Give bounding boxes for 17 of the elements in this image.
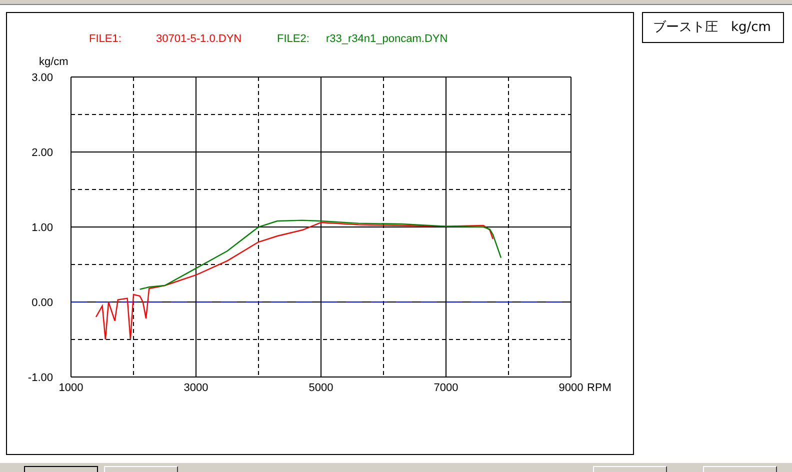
- y-tick-label: 2.00: [32, 147, 53, 159]
- chart-title: ブースト圧 kg/cm: [642, 12, 784, 43]
- x-tick-label: 1000: [58, 382, 84, 394]
- x-axis-unit: RPM: [587, 382, 612, 394]
- x-tick-label: 7000: [434, 382, 458, 394]
- x-tick-label: 9000: [558, 382, 584, 394]
- x-tick-label: 3000: [184, 382, 208, 394]
- y-tick-label: 1.00: [32, 222, 53, 234]
- legend-label: FILE1:: [89, 33, 122, 45]
- legend-label: FILE2:: [277, 33, 310, 45]
- legend-file-name: 30701-5-1.0.DYN: [156, 33, 242, 45]
- y-tick-label: -1.00: [28, 372, 53, 384]
- y-tick-label: 3.00: [32, 72, 53, 84]
- y-axis-unit: kg/cm: [39, 56, 68, 68]
- x-tick-label: 5000: [308, 382, 334, 394]
- legend-file-name: r33_r34n1_poncam.DYN: [326, 33, 448, 45]
- y-tick-label: 0.00: [32, 297, 53, 309]
